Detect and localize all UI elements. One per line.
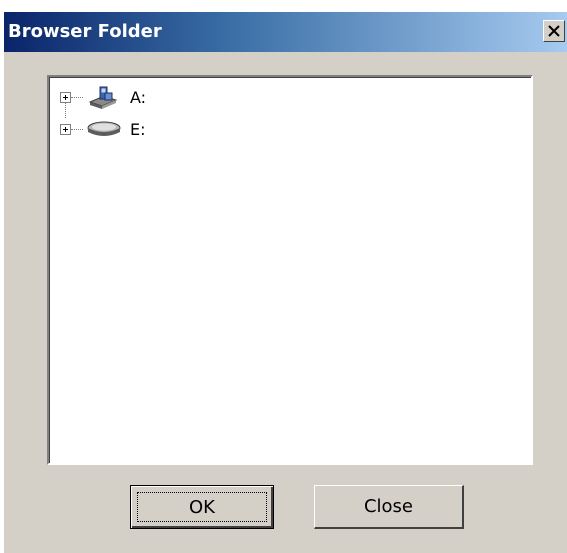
close-button-label: Close [363,496,414,517]
browse-folder-dialog: Browser Folder A: E: OK Close [4,12,567,553]
tree-item-label: E: [130,120,146,139]
dialog-title: Browser Folder [8,21,162,42]
focus-rectangle [137,492,267,522]
hard-drive-icon [87,121,121,136]
title-bar[interactable]: Browser Folder [4,12,567,52]
tree-item-a-drive[interactable]: A: [50,86,250,118]
close-window-button[interactable] [543,20,565,42]
close-button[interactable]: Close [314,485,464,529]
tree-item-e-drive[interactable]: E: [50,118,250,142]
floppy-drive-icon [88,86,118,109]
tree-item-label: A: [130,88,147,107]
ok-button[interactable]: OK [130,485,274,529]
expand-plus-icon[interactable] [60,124,71,135]
close-icon [548,25,560,37]
folder-tree[interactable]: A: E: [47,75,533,465]
